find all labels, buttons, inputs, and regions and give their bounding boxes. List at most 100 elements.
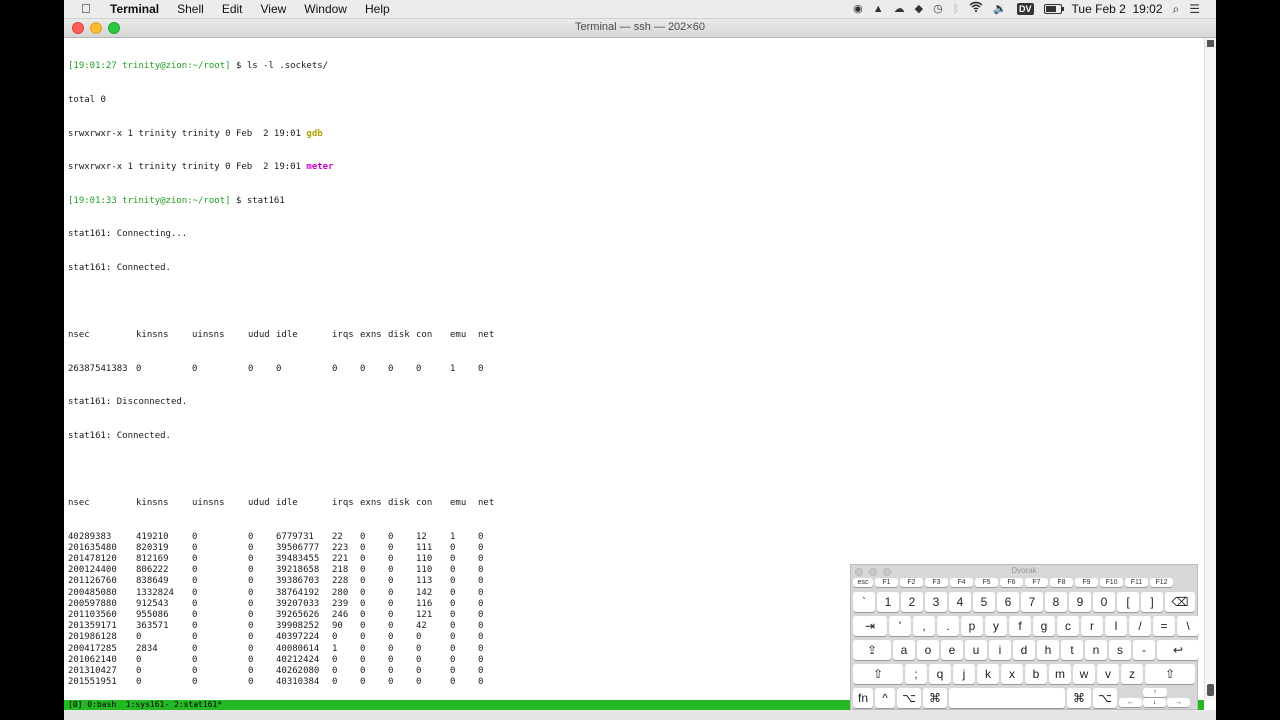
keyboard-key[interactable]: m: [1049, 664, 1071, 684]
keyboard-key[interactable]: ^: [875, 688, 895, 708]
keyboard-key[interactable]: 1: [877, 592, 899, 612]
menu-edit[interactable]: Edit: [222, 2, 243, 16]
scrollbar-thumb-top[interactable]: [1207, 40, 1214, 47]
keyboard-key[interactable]: u: [965, 640, 987, 660]
keyboard-key[interactable]: F4: [950, 578, 973, 587]
keyboard-key[interactable]: e: [941, 640, 963, 660]
record-icon[interactable]: ◉: [853, 1, 863, 17]
keyboard-viewer[interactable]: Dvorak esc F1 F2 F3 F4 F5 F6 F7 F8 F9 F10 F11 F12 ` 1…: [850, 564, 1199, 710]
keyboard-key[interactable]: 9: [1069, 592, 1091, 612]
keyboard-key[interactable]: i: [989, 640, 1011, 660]
apple-menu-icon[interactable]: : [80, 1, 92, 16]
window-title-bar[interactable]: Terminal — ssh — 202×60: [64, 19, 1216, 38]
keyboard-key[interactable]: h: [1037, 640, 1059, 660]
time-machine-icon[interactable]: ◷: [933, 1, 943, 17]
battery-icon[interactable]: [1043, 4, 1064, 14]
input-source-badge[interactable]: DV: [1017, 3, 1034, 15]
keyboard-key[interactable]: c: [1057, 616, 1079, 636]
menu-app-name[interactable]: Terminal: [110, 2, 159, 16]
keyboard-key[interactable]: F9: [1075, 578, 1098, 587]
keyboard-key[interactable]: 6: [997, 592, 1019, 612]
cloud-icon[interactable]: ☁: [894, 1, 905, 17]
keyboard-key[interactable]: ⌘: [923, 688, 947, 708]
keyboard-key[interactable]: r: [1081, 616, 1103, 636]
keyboard-key[interactable]: \: [1177, 616, 1199, 636]
keyboard-key[interactable]: ]: [1141, 592, 1163, 612]
keyboard-key[interactable]: ↓: [1143, 698, 1166, 707]
keyboard-key[interactable]: q: [929, 664, 951, 684]
keyboard-key[interactable]: ⌘: [1067, 688, 1091, 708]
clock[interactable]: Tue Feb 2 19:02: [1072, 2, 1163, 16]
keyboard-key[interactable]: k: [977, 664, 999, 684]
keyboard-key[interactable]: F6: [1000, 578, 1023, 587]
keyboard-key[interactable]: fn: [853, 688, 873, 708]
keyboard-key[interactable]: ⌫: [1165, 592, 1195, 612]
keyboard-key[interactable]: 0: [1093, 592, 1115, 612]
keyboard-key[interactable]: F1: [875, 578, 898, 587]
keyboard-key[interactable]: F5: [975, 578, 998, 587]
terminal-scrollbar[interactable]: [1204, 38, 1216, 700]
dropbox-icon[interactable]: ◆: [915, 1, 923, 17]
keyboard-key[interactable]: w: [1073, 664, 1095, 684]
keyboard-key[interactable]: ⇪: [853, 640, 891, 660]
keyboard-key[interactable]: p: [961, 616, 983, 636]
keyboard-key[interactable]: -: [1133, 640, 1155, 660]
keyboard-key[interactable]: 8: [1045, 592, 1067, 612]
keyboard-key[interactable]: →: [1167, 698, 1190, 707]
volume-icon[interactable]: 🔉: [993, 1, 1007, 17]
keyboard-key[interactable]: g: [1033, 616, 1055, 636]
keyboard-key[interactable]: F2: [900, 578, 923, 587]
notification-center-icon[interactable]: ☰: [1189, 1, 1200, 17]
keyboard-key[interactable]: 3: [925, 592, 947, 612]
spotlight-search-icon[interactable]: ⌕: [1173, 1, 1180, 17]
keyboard-key[interactable]: esc: [853, 578, 873, 587]
keyboard-key[interactable]: ,: [913, 616, 935, 636]
keyboard-key[interactable]: j: [953, 664, 975, 684]
keyboard-key[interactable]: ⇧: [853, 664, 903, 684]
keyboard-key[interactable]: [: [1117, 592, 1139, 612]
keyboard-key[interactable]: ←: [1119, 698, 1142, 707]
keyboard-key[interactable]: F12: [1150, 578, 1173, 587]
keyboard-key[interactable]: v: [1097, 664, 1119, 684]
keyboard-key[interactable]: F10: [1100, 578, 1123, 587]
keyboard-key[interactable]: ⌥: [897, 688, 921, 708]
keyboard-key[interactable]: y: [985, 616, 1007, 636]
keyboard-key[interactable]: b: [1025, 664, 1047, 684]
keyboard-key[interactable]: s: [1109, 640, 1131, 660]
keyboard-key[interactable]: n: [1085, 640, 1107, 660]
keyboard-key[interactable]: f: [1009, 616, 1031, 636]
scrollbar-thumb[interactable]: [1207, 684, 1214, 696]
keyboard-key[interactable]: F3: [925, 578, 948, 587]
menu-view[interactable]: View: [261, 2, 287, 16]
keyboard-key[interactable]: ↑: [1143, 688, 1167, 697]
keyboard-key[interactable]: F8: [1050, 578, 1073, 587]
keyboard-key[interactable]: o: [917, 640, 939, 660]
keyboard-key[interactable]: t: [1061, 640, 1083, 660]
keyboard-key[interactable]: l: [1105, 616, 1127, 636]
keyboard-key[interactable]: ⇥: [853, 616, 887, 636]
keyboard-key[interactable]: x: [1001, 664, 1023, 684]
bluetooth-icon[interactable]: ᛒ: [953, 1, 960, 17]
keyboard-key[interactable]: 5: [973, 592, 995, 612]
keyboard-key[interactable]: 2: [901, 592, 923, 612]
menu-window[interactable]: Window: [304, 2, 347, 16]
keyboard-key[interactable]: d: [1013, 640, 1035, 660]
keyboard-key[interactable]: .: [937, 616, 959, 636]
keyboard-key[interactable]: ⌥: [1093, 688, 1117, 708]
menu-shell[interactable]: Shell: [177, 2, 204, 16]
keyboard-key[interactable]: ⇧: [1145, 664, 1195, 684]
drive-icon[interactable]: ▲: [873, 1, 884, 17]
keyboard-key[interactable]: /: [1129, 616, 1151, 636]
keyboard-key[interactable]: ;: [905, 664, 927, 684]
keyboard-key[interactable]: =: [1153, 616, 1175, 636]
keyboard-key[interactable]: ↩: [1157, 640, 1199, 660]
keyboard-key[interactable]: 4: [949, 592, 971, 612]
keyboard-key[interactable]: F11: [1125, 578, 1148, 587]
keyboard-key[interactable]: a: [893, 640, 915, 660]
keyboard-key[interactable]: ': [889, 616, 911, 636]
keyboard-key[interactable]: z: [1121, 664, 1143, 684]
keyboard-key[interactable]: F7: [1025, 578, 1048, 587]
menu-help[interactable]: Help: [365, 2, 390, 16]
keyboard-key[interactable]: [949, 688, 1065, 708]
keyboard-key[interactable]: `: [853, 592, 875, 612]
